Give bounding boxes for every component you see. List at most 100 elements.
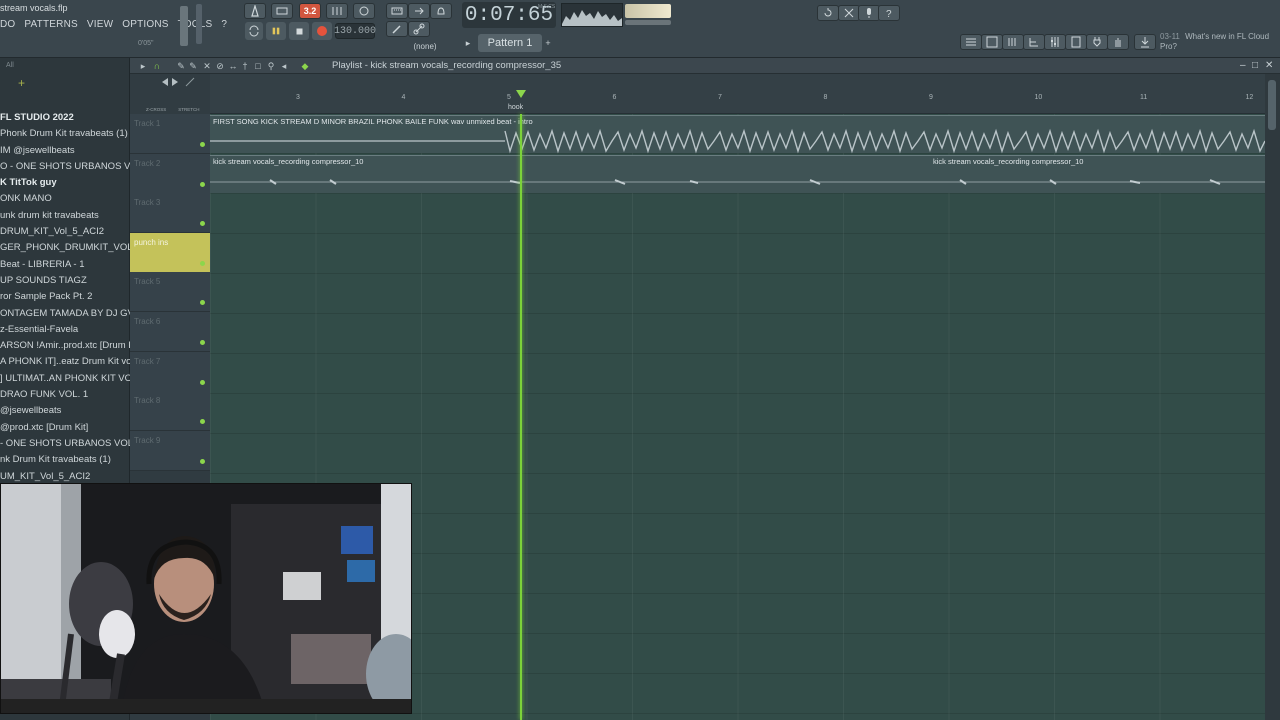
browser-item[interactable]: UP SOUNDS TIAGZ <box>0 273 130 289</box>
browser-item[interactable]: Phonk Drum Kit travabeats (1) <box>0 126 130 142</box>
minimize-icon[interactable]: – <box>1240 60 1246 71</box>
browser-item[interactable]: Beat - LIBRERIA - 1 <box>0 257 130 273</box>
pencil-icon[interactable]: ✎ <box>176 61 186 71</box>
tempo-stepper[interactable]: 130.000 <box>334 23 376 39</box>
help-button[interactable]: ? <box>878 5 900 21</box>
browser-filter[interactable]: All <box>6 62 14 69</box>
menu-item-view[interactable]: VIEW <box>87 19 113 30</box>
maximize-icon[interactable]: □ <box>1252 60 1258 71</box>
track-mute-led[interactable] <box>200 221 205 227</box>
browser-item[interactable]: ONK MANO <box>0 191 130 207</box>
browser-item[interactable]: GER_PHONK_DRUMKIT_VOL_3 <box>0 240 130 256</box>
timeline-ruler[interactable]: 3 4 5 6 7 8 9 10 11 12 <box>210 74 1265 114</box>
track-mute-led[interactable] <box>200 340 205 345</box>
zcross-toggle[interactable]: Z-CROSS <box>146 107 166 112</box>
blend-notes-button[interactable] <box>326 3 348 19</box>
marker-hook[interactable]: hook <box>508 104 523 111</box>
delete-icon[interactable]: ✕ <box>202 61 212 71</box>
track-header[interactable]: Track 2 <box>130 153 210 194</box>
browser-add-icon[interactable]: + <box>18 76 25 90</box>
track-mute-led[interactable] <box>200 458 205 464</box>
pattern-add-button[interactable]: + <box>542 36 554 50</box>
slice-icon[interactable]: † <box>240 61 250 71</box>
mute-icon[interactable]: ⊘ <box>215 61 225 71</box>
browser-item[interactable]: @jsewellbeats <box>0 403 130 419</box>
download-button[interactable] <box>1134 34 1156 50</box>
plugin-database-button[interactable] <box>1086 34 1108 50</box>
browser-item[interactable]: ] ULTIMAT..AN PHONK KIT VOL. 3 <box>0 371 130 387</box>
step-edit-button[interactable] <box>408 3 430 19</box>
step-indicator[interactable]: 3.2 <box>299 3 321 19</box>
browser-item[interactable]: ONTAGEM TAMADA BY DJ GVX <box>0 306 130 322</box>
track-header[interactable]: Track 5 <box>130 272 210 313</box>
playback-icon[interactable]: ◂ <box>279 61 289 71</box>
snap-select[interactable]: (none) <box>408 40 442 52</box>
pattern-prev-button[interactable]: ▸ <box>462 36 474 50</box>
playlist-window-button[interactable] <box>960 34 982 50</box>
stop-button[interactable] <box>289 22 309 40</box>
playhead-line[interactable] <box>520 114 522 720</box>
scrollbar-thumb[interactable] <box>1268 80 1276 130</box>
track-header[interactable]: punch ins <box>130 232 210 273</box>
recording-filter-button[interactable] <box>430 3 452 19</box>
audio-clip-vocals-1[interactable]: kick stream vocals_recording compressor_… <box>210 155 930 193</box>
browser-item[interactable]: IM @jsewellbeats <box>0 143 130 159</box>
browser-item[interactable]: FL STUDIO 2022 <box>0 110 130 126</box>
song-pattern-toggle[interactable] <box>245 22 263 40</box>
track-header[interactable]: Track 1 <box>130 114 210 154</box>
vertical-scrollbar[interactable] <box>1265 74 1280 720</box>
track-mute-led[interactable] <box>200 419 205 425</box>
menu-item[interactable]: DO <box>0 19 15 30</box>
news-panel[interactable]: 03-11 What's new in FL Cloud Pro? <box>1160 32 1272 52</box>
menu-item-patterns[interactable]: PATTERNS <box>24 19 77 30</box>
browser-item[interactable]: A PHONK IT]..eatz Drum Kit vol 1 <box>0 354 130 370</box>
undo-button[interactable] <box>817 5 839 21</box>
track-mute-led[interactable] <box>200 379 205 385</box>
channel-rack-button[interactable] <box>981 34 1003 50</box>
master-volume-slider[interactable] <box>180 6 188 46</box>
browser-item[interactable]: ror Sample Pack Pt. 2 <box>0 289 130 305</box>
track-header[interactable]: Track 7 <box>130 351 210 392</box>
wait-input-button[interactable] <box>271 3 293 19</box>
zoom-icon[interactable]: ⚲ <box>266 61 276 71</box>
touch-controller-button[interactable] <box>1107 34 1129 50</box>
track-mute-led[interactable] <box>200 181 205 187</box>
menu-item-help[interactable]: ? <box>221 19 227 30</box>
slip-icon[interactable]: ↔ <box>228 61 238 71</box>
browser-item[interactable]: DRAO FUNK VOL. 1 <box>0 387 130 403</box>
browser-item[interactable]: - ONE SHOTS URBANOS VOL. 2 <box>0 436 130 452</box>
loop-record-button[interactable] <box>353 3 375 19</box>
metronome-button[interactable] <box>244 3 266 19</box>
track-mute-led[interactable] <box>200 260 205 266</box>
typing-keyboard-button[interactable] <box>386 3 408 19</box>
browser-item[interactable]: K TitTok guy <box>0 175 130 191</box>
mixer-button[interactable] <box>1044 34 1066 50</box>
draw-tool-button[interactable] <box>386 21 408 37</box>
browser-item[interactable]: O - ONE SHOTS URBANOS VOL. 2 <box>0 159 130 175</box>
browser-item[interactable]: @prod.xtc [Drum Kit] <box>0 420 130 436</box>
pattern-select[interactable]: Pattern 1 <box>478 34 542 52</box>
link-button[interactable] <box>408 21 430 37</box>
track-header[interactable]: Track 3 <box>130 193 210 234</box>
track-header[interactable]: Track 8 <box>130 391 210 432</box>
track-header[interactable]: Track 6 <box>130 312 210 352</box>
close-icon[interactable]: ✕ <box>1265 60 1273 71</box>
browser-item[interactable]: z-Essential-Favela <box>0 322 130 338</box>
browser-item[interactable]: ARSON !Amir..prod.xtc [Drum Kit] <box>0 338 130 354</box>
track-mute-led[interactable] <box>200 300 205 306</box>
magnet-icon[interactable]: ∩ <box>152 61 162 71</box>
browser-item[interactable]: DRUM_KIT_Vol_5_ACI2 <box>0 224 130 240</box>
piano-roll-button[interactable] <box>1002 34 1024 50</box>
audio-clip-vocals-2[interactable]: kick stream vocals_recording compressor_… <box>930 155 1265 193</box>
browser-item[interactable]: nk Drum Kit travabeats (1) <box>0 452 130 468</box>
menu-item-options[interactable]: OPTIONS <box>122 19 168 30</box>
playlist-menu-arrow-icon[interactable]: ▸ <box>138 61 148 71</box>
project-picker-button[interactable] <box>1065 34 1087 50</box>
track-header[interactable]: Track 9 <box>130 430 210 471</box>
audio-clip-beat[interactable]: FIRST SONG KICK STREAM D MINOR BRAZIL PH… <box>210 115 1265 154</box>
track-mute-led[interactable] <box>200 142 205 147</box>
browser-button[interactable] <box>1023 34 1045 50</box>
play-pause-button[interactable] <box>266 22 286 40</box>
select-icon[interactable]: □ <box>253 61 263 71</box>
browser-item[interactable]: unk drum kit travabeats <box>0 208 130 224</box>
